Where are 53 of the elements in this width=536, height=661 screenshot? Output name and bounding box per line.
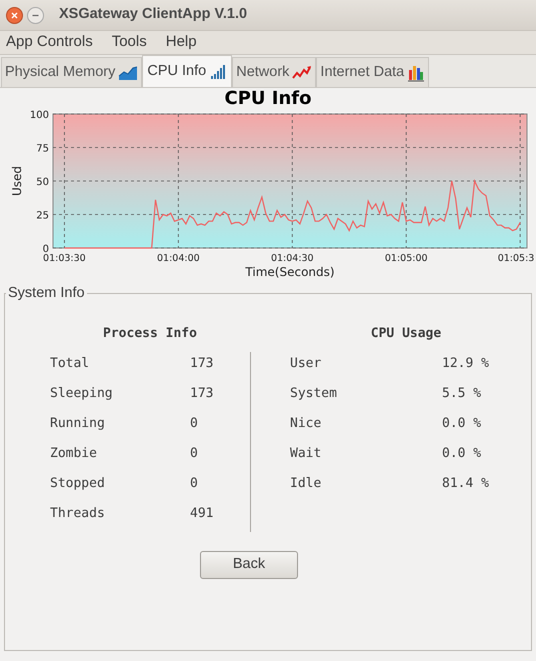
info-label: Zombie bbox=[50, 445, 98, 463]
y-tick-label: 100 bbox=[30, 110, 49, 121]
section-heading: CPU Usage bbox=[370, 324, 442, 343]
info-value: 0 bbox=[190, 415, 199, 433]
x-tick-label: 01:04:00 bbox=[157, 253, 200, 264]
bar-chart-icon bbox=[209, 64, 228, 80]
info-label: Total bbox=[50, 355, 90, 373]
tab[interactable]: Physical Memory bbox=[1, 57, 142, 87]
info-label: Running bbox=[50, 415, 106, 433]
section-heading: Process Info bbox=[102, 324, 198, 343]
info-value: 173 bbox=[190, 355, 214, 373]
y-tick-label: 25 bbox=[36, 210, 49, 222]
info-label: Threads bbox=[50, 505, 106, 523]
y-tick-label: 75 bbox=[36, 144, 49, 154]
tab[interactable]: Network bbox=[232, 57, 316, 87]
info-label: System bbox=[290, 385, 338, 403]
info-label: Nice bbox=[290, 415, 322, 433]
x-axis-title: Time(Seconds) bbox=[245, 265, 335, 279]
info-value: 0.0 % bbox=[442, 415, 482, 433]
menu-item[interactable]: App Controls bbox=[0, 31, 99, 54]
info-value: 173 bbox=[190, 385, 214, 403]
x-tick-label: 01:04:30 bbox=[270, 253, 314, 264]
x-tick-label: 01:05:3 bbox=[498, 253, 534, 264]
minimize-icon[interactable] bbox=[27, 6, 44, 24]
close-icon[interactable] bbox=[6, 6, 23, 24]
chart-title: CPU Info bbox=[224, 88, 312, 110]
info-value: 491 bbox=[190, 505, 214, 523]
info-value: 81.4 % bbox=[442, 475, 490, 493]
info-value: 0 bbox=[190, 445, 199, 463]
x-tick-label: 01:05:00 bbox=[384, 253, 428, 264]
panel-title: System Info bbox=[7, 284, 86, 303]
info-label: Stopped bbox=[50, 475, 106, 493]
back-button[interactable]: Back bbox=[200, 550, 298, 579]
x-tick-label: 01:03:30 bbox=[43, 253, 86, 264]
menu-item[interactable]: Tools bbox=[106, 31, 153, 54]
colored-bars-icon bbox=[407, 64, 426, 82]
info-label: Wait bbox=[290, 445, 322, 463]
info-label: Idle bbox=[290, 475, 322, 493]
info-value: 0 bbox=[190, 475, 199, 493]
tab[interactable]: Internet Data bbox=[316, 57, 430, 87]
info-label: User bbox=[290, 355, 322, 373]
window-title: XSGateway ClientApp V.1.0 bbox=[59, 5, 248, 24]
y-tick-label: 0 bbox=[42, 244, 49, 255]
info-label: Sleeping bbox=[50, 385, 114, 403]
menu-item[interactable]: Help bbox=[160, 31, 203, 54]
info-value: 5.5 % bbox=[442, 385, 482, 403]
info-value: 12.9 % bbox=[442, 355, 490, 373]
info-value: 0.0 % bbox=[442, 445, 482, 463]
trend-arrow-icon bbox=[292, 64, 312, 80]
y-tick-label: 50 bbox=[36, 177, 49, 188]
tab[interactable]: CPU Info bbox=[142, 55, 232, 87]
y-axis-title: Used bbox=[10, 166, 24, 196]
area-chart-icon bbox=[118, 64, 138, 80]
